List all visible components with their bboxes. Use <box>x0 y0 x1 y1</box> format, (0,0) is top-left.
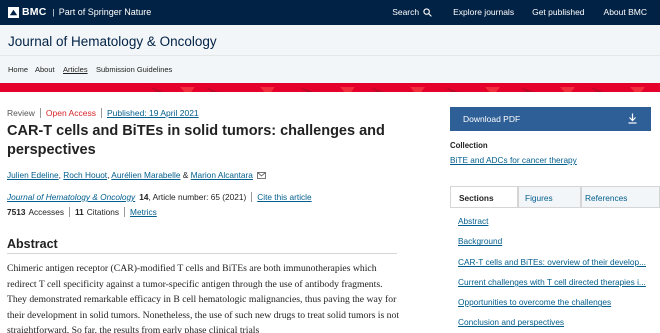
article-metrics: 7513 Accesses 11 Citations Metrics <box>7 207 157 217</box>
article-title: CAR-T cells and BiTEs in solid tumors: c… <box>7 123 385 158</box>
bmc-logo-text: BMC <box>22 6 47 18</box>
springer-tagline: Part of Springer Nature <box>58 7 152 17</box>
divider <box>251 192 253 202</box>
article-number: , Article number: 65 (2021) <box>148 192 247 202</box>
tab-sections[interactable]: Sections <box>450 186 518 208</box>
divider <box>39 108 41 118</box>
download-pdf-button[interactable]: Download PDF <box>450 107 651 131</box>
top-bar: BMC | Part of Springer Nature Search Exp… <box>0 0 660 25</box>
journal-link[interactable]: Journal of Hematology & Oncology <box>7 192 135 202</box>
author-separator: & <box>180 170 191 180</box>
volume: 14 <box>139 192 149 202</box>
tab-figures[interactable]: Figures <box>518 186 581 208</box>
logo-divider: | <box>52 7 55 17</box>
divider <box>68 207 70 217</box>
author-link[interactable]: Roch Houot <box>63 170 107 180</box>
accesses-label: Accesses <box>28 207 64 217</box>
decorative-banner <box>0 83 660 92</box>
collection-heading: Collection <box>450 141 488 150</box>
top-nav: Search Explore journals Get published Ab… <box>392 7 647 17</box>
divider <box>124 207 126 217</box>
abstract-divider <box>7 253 397 254</box>
get-published-link[interactable]: Get published <box>532 7 584 17</box>
article-meta: Review Open Access Published: 19 April 2… <box>7 108 199 118</box>
journal-title[interactable]: Journal of Hematology & Oncology <box>8 34 217 49</box>
tab-references[interactable]: References <box>581 186 660 208</box>
bmc-logo-icon <box>8 6 19 18</box>
search-link[interactable]: Search <box>392 7 432 17</box>
article-type: Review <box>7 108 35 118</box>
tab-label: Figures <box>525 193 553 203</box>
divider <box>100 108 102 118</box>
section-link-background[interactable]: Background <box>458 236 652 246</box>
sidebar-tabs: Sections Figures References <box>450 186 660 208</box>
tab-label: Sections <box>459 193 494 203</box>
metrics-link[interactable]: Metrics <box>130 207 157 217</box>
tabs-divider <box>450 207 660 208</box>
author-link[interactable]: Julien Edeline <box>7 170 59 180</box>
cite-this-article-link[interactable]: Cite this article <box>257 192 311 202</box>
search-label: Search <box>392 7 420 17</box>
author-list: Julien Edeline, Roch Houot, Aurélien Mar… <box>7 170 267 180</box>
author-link[interactable]: Marion Alcantara <box>191 170 253 180</box>
section-link-overview[interactable]: CAR-T cells and BiTEs: overview of their… <box>458 257 652 267</box>
explore-journals-link[interactable]: Explore journals <box>453 7 514 17</box>
sections-list: Abstract Background CAR-T cells and BiTE… <box>458 216 652 333</box>
section-link-conclusion[interactable]: Conclusion and perspectives <box>458 317 652 327</box>
download-icon <box>628 113 637 124</box>
abstract-heading: Abstract <box>7 237 58 251</box>
citations-label: Citations <box>86 207 120 217</box>
banner-pattern <box>150 87 645 92</box>
published-date-link[interactable]: Published: 19 April 2021 <box>107 108 199 118</box>
citation-line: Journal of Hematology & Oncology 14 , Ar… <box>7 192 312 202</box>
email-icon[interactable] <box>257 172 267 179</box>
download-pdf-label: Download PDF <box>463 114 521 124</box>
accesses-count: 7513 <box>7 207 26 217</box>
bmc-logo[interactable]: BMC | Part of Springer Nature <box>8 6 151 18</box>
search-icon <box>423 7 432 17</box>
abstract-text: Chimeric antigen receptor (CAR)-modified… <box>7 263 400 333</box>
nav-articles[interactable]: Articles <box>63 65 88 74</box>
journal-header: Journal of Hematology & Oncology <box>0 25 660 56</box>
section-link-opportunities[interactable]: Opportunities to overcome the challenges <box>458 297 652 307</box>
nav-home[interactable]: Home <box>8 65 28 74</box>
nav-submission-guidelines[interactable]: Submission Guidelines <box>96 65 172 74</box>
journal-nav: Home About Articles Submission Guideline… <box>0 56 660 83</box>
section-link-challenges[interactable]: Current challenges with T cell directed … <box>458 277 652 287</box>
author-link[interactable]: Aurélien Marabelle <box>111 170 180 180</box>
tab-label: References <box>585 193 628 203</box>
citations-count: 11 <box>74 207 84 217</box>
nav-about[interactable]: About <box>35 65 55 74</box>
collection-link[interactable]: BiTE and ADCs for cancer therapy <box>450 155 577 165</box>
open-access-badge: Open Access <box>45 108 96 118</box>
section-link-abstract[interactable]: Abstract <box>458 216 652 226</box>
about-bmc-link[interactable]: About BMC <box>604 7 647 17</box>
